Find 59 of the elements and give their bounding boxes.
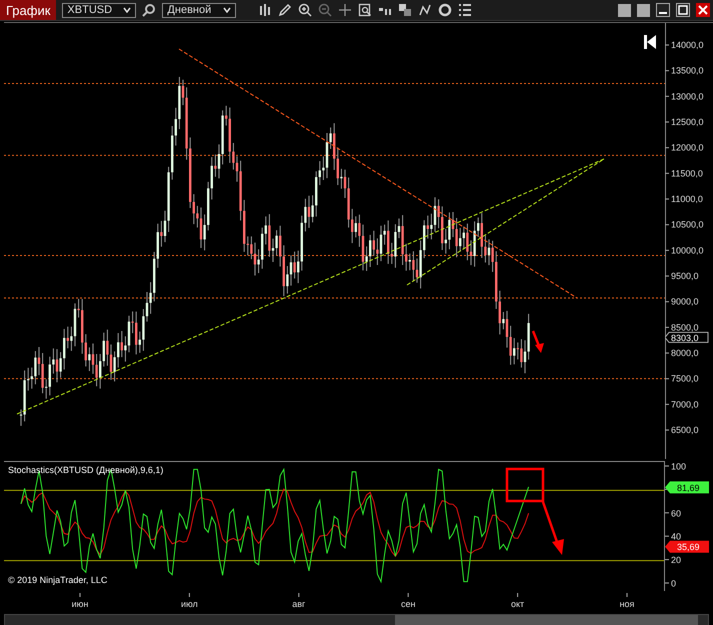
price-tick: 8000,0 (671, 348, 699, 358)
maximize-icon[interactable] (676, 3, 690, 17)
window-button[interactable] (637, 4, 650, 16)
crosshair-icon[interactable] (338, 3, 352, 17)
search-icon[interactable] (142, 3, 156, 17)
price-tick: 12500,0 (671, 117, 704, 127)
stochastic-tick: 20 (671, 555, 682, 566)
month-label: ноя (620, 599, 634, 609)
scroll-end-icon[interactable] (644, 35, 656, 49)
stochastic-tick: 40 (671, 532, 682, 542)
indicator-icon[interactable] (418, 3, 432, 17)
price-tick: 9500,0 (671, 271, 699, 282)
price-tick: 10500,0 (671, 220, 704, 230)
stochastic-tick: 60 (671, 508, 682, 518)
minimize-icon[interactable] (656, 3, 670, 17)
caret-icon (123, 7, 132, 13)
refresh-icon[interactable] (438, 3, 452, 17)
price-tick: 13500,0 (671, 66, 704, 76)
price-tick: 11500,0 (671, 168, 703, 178)
month-label: июл (180, 599, 198, 609)
month-label: сен (400, 599, 416, 609)
copyright-text: © 2019 NinjaTrader, LLC (8, 575, 108, 585)
chart-tab[interactable]: График (0, 0, 56, 20)
price-marker: 8303,0 (665, 332, 708, 343)
price-tick: 12000,0 (671, 142, 704, 153)
price-tick: 10000,0 (671, 245, 704, 256)
interval-dropdown[interactable]: Дневной (162, 2, 236, 18)
close-icon[interactable] (696, 3, 710, 17)
zoom-in-icon[interactable] (298, 3, 312, 17)
price-tick: 6500,0 (671, 425, 699, 436)
price-tick: 9000,0 (671, 296, 699, 307)
zoom-out-icon[interactable] (318, 3, 332, 17)
properties-icon[interactable] (358, 3, 372, 17)
indicator-title: Stochastics(XBTUSD (Дневной),9,6,1) (8, 465, 164, 475)
month-label: окт (511, 599, 524, 609)
highlight-frame (506, 468, 544, 502)
stochastic-tick: 0 (671, 578, 676, 588)
list-icon[interactable] (458, 3, 472, 17)
price-tick: 7500,0 (671, 374, 699, 384)
instrument-dropdown[interactable]: XBTUSD (62, 2, 136, 18)
stochastic-tick: 100 (671, 462, 686, 472)
price-tick: 11000,0 (671, 194, 703, 204)
arrow-icon (532, 330, 544, 353)
scrollbar[interactable] (4, 614, 709, 625)
month-label: июн (72, 599, 88, 609)
price-tick: 8500,0 (671, 322, 699, 332)
price-tick: 14000,0 (671, 40, 704, 50)
scroll-thumb[interactable] (395, 615, 698, 625)
bars-icon[interactable] (258, 3, 272, 17)
layers-icon[interactable] (398, 3, 412, 17)
arrow-icon (542, 502, 564, 555)
price-tick: 7000,0 (671, 399, 699, 410)
month-label: авг (292, 599, 306, 609)
caret-icon (223, 7, 232, 13)
window-button[interactable] (618, 4, 631, 16)
d-value-marker: 35,69 (665, 540, 709, 553)
k-value-marker: 81,69 (665, 481, 709, 494)
pencil-icon[interactable] (278, 3, 292, 17)
price-tick: 13000,0 (671, 91, 704, 102)
